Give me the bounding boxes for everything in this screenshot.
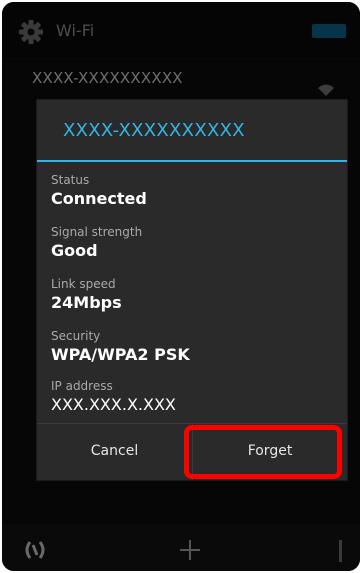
security-value: WPA/WPA2 PSK xyxy=(51,345,190,364)
status-label: Status xyxy=(51,173,90,187)
wps-icon[interactable] xyxy=(24,540,46,564)
signal-strength-label: Signal strength xyxy=(51,225,143,239)
link-speed-value: 24Mbps xyxy=(51,293,122,312)
ip-address-field: IP address XXX.XXX.X.XXX xyxy=(51,379,176,414)
ip-address-value: XXX.XXX.X.XXX xyxy=(51,395,176,414)
signal-strength-value: Good xyxy=(51,241,98,260)
bottom-action-bar xyxy=(2,524,360,571)
forget-button[interactable]: Forget xyxy=(193,423,347,480)
dialog-title: XXXX-XXXXXXXXXX xyxy=(63,120,245,141)
security-label: Security xyxy=(51,329,101,343)
status-value: Connected xyxy=(51,189,147,208)
overflow-menu-icon[interactable] xyxy=(339,540,342,562)
cancel-button[interactable]: Cancel xyxy=(37,423,192,480)
link-speed-label: Link speed xyxy=(51,277,116,291)
link-speed-field: Link speed 24Mbps xyxy=(51,277,122,312)
ip-address-label: IP address xyxy=(51,379,113,393)
status-field: Status Connected xyxy=(51,173,147,208)
phone-screen: Wi-Fi XXXX-XXXXXXXXXX XXXX-XXXXXXXXXX St… xyxy=(2,2,360,571)
title-divider xyxy=(37,160,347,162)
add-network-icon[interactable] xyxy=(178,538,202,566)
network-details-dialog: XXXX-XXXXXXXXXX Status Connected Signal … xyxy=(36,99,348,481)
signal-strength-field: Signal strength Good xyxy=(51,225,142,260)
security-field: Security WPA/WPA2 PSK xyxy=(51,329,190,364)
